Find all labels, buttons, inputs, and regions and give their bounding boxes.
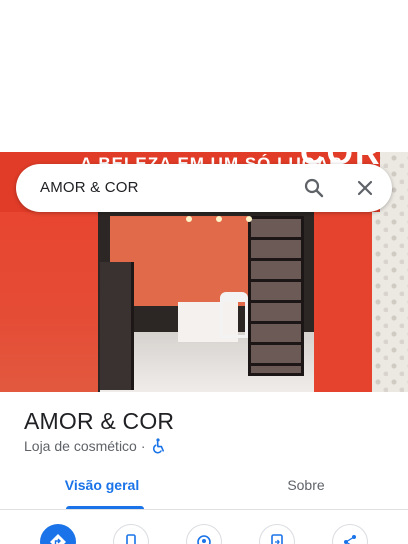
search-query[interactable]: AMOR & COR: [40, 179, 139, 196]
place-subtitle: Loja de cosmético ·: [24, 437, 166, 455]
wheelchair-icon: [152, 438, 166, 454]
tab-bar: Visão geral Sobre: [0, 466, 408, 510]
separator-dot: ·: [140, 438, 146, 454]
search-icon[interactable]: [302, 176, 326, 200]
storefront-wall-left: [0, 202, 100, 392]
share-icon: [344, 535, 356, 544]
store-chair: [220, 292, 248, 338]
map-blank-area: [0, 0, 408, 152]
storefront-wall-right: [312, 202, 376, 392]
tab-about[interactable]: Sobre: [204, 466, 408, 510]
active-tab-indicator: [66, 506, 144, 509]
shelf-left: [100, 262, 134, 390]
ceiling-light: [246, 216, 252, 222]
search-bar[interactable]: AMOR & COR: [16, 164, 392, 212]
directions-icon: [50, 534, 66, 544]
phone-icon: [126, 534, 136, 544]
tab-overview[interactable]: Visão geral: [0, 466, 204, 510]
directions-button[interactable]: [40, 524, 76, 544]
ceiling-light: [186, 216, 192, 222]
shelf-right: [248, 216, 304, 376]
place-category[interactable]: Loja de cosmético: [24, 438, 137, 454]
nearby-button[interactable]: [186, 524, 222, 544]
ceiling-light: [216, 216, 222, 222]
close-icon[interactable]: [353, 176, 377, 200]
place-title: AMOR & COR: [24, 408, 175, 434]
send-to-phone-icon: [271, 534, 283, 544]
share-button[interactable]: [332, 524, 368, 544]
send-to-phone-button[interactable]: [259, 524, 295, 544]
location-icon: [197, 535, 211, 544]
call-button[interactable]: [113, 524, 149, 544]
